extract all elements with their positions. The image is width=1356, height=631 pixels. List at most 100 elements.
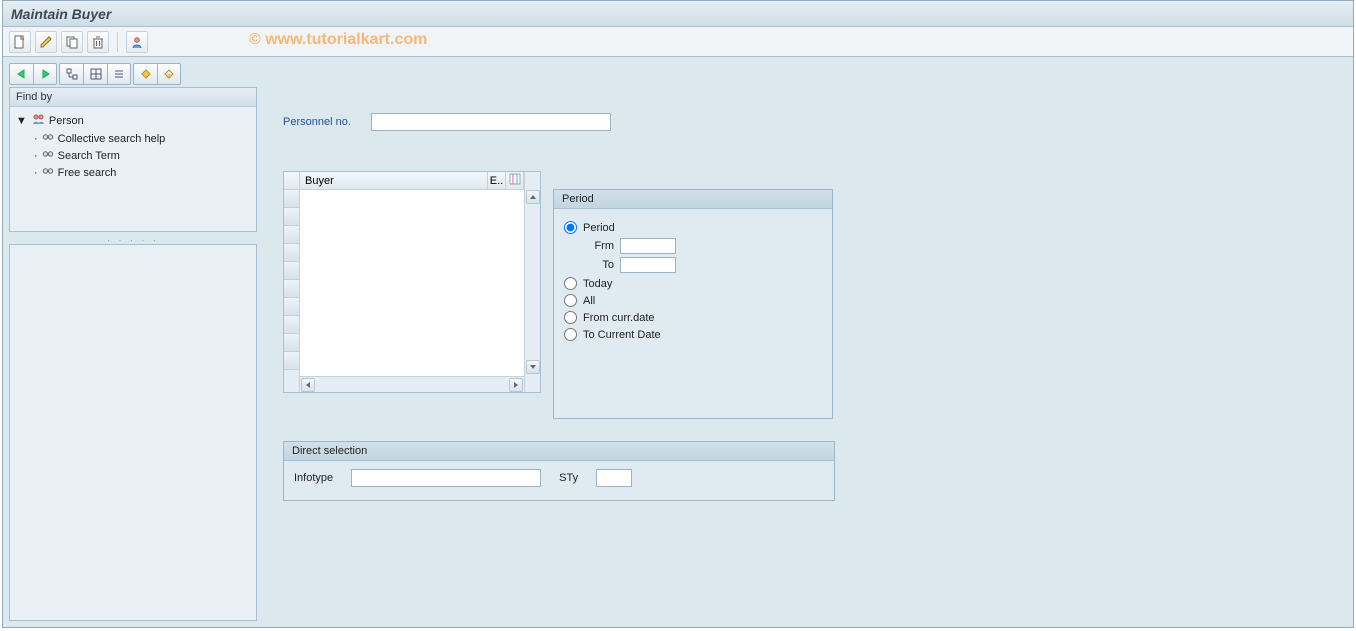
- vscroll-up-button[interactable]: [526, 190, 540, 204]
- radio-to-curr[interactable]: [564, 328, 577, 341]
- infotype-input[interactable]: [351, 469, 541, 487]
- personnel-row: Personnel no.: [283, 113, 1333, 131]
- row-header[interactable]: [284, 298, 299, 316]
- copy-button[interactable]: [61, 31, 83, 53]
- binoculars-icon: [42, 132, 54, 145]
- row-header[interactable]: [284, 244, 299, 262]
- tool-button-5[interactable]: [157, 63, 181, 85]
- overview-button[interactable]: [126, 31, 148, 53]
- tool-button-3[interactable]: [107, 63, 131, 85]
- period-to-input[interactable]: [620, 257, 676, 273]
- list-icon: [113, 68, 125, 80]
- hscroll-right-button[interactable]: [509, 378, 523, 392]
- radio-period-row: Period: [564, 221, 822, 234]
- page-title: Maintain Buyer: [11, 6, 111, 22]
- triangle-up-icon: [529, 188, 537, 206]
- tree-node-free-search[interactable]: · Free search: [12, 164, 254, 181]
- person-icon: [130, 35, 144, 49]
- sty-label: STy: [559, 472, 578, 484]
- row-header[interactable]: [284, 316, 299, 334]
- col-header-buyer[interactable]: Buyer: [300, 172, 488, 189]
- row-header[interactable]: [284, 226, 299, 244]
- buyer-rows[interactable]: [300, 190, 524, 376]
- radio-from-curr[interactable]: [564, 311, 577, 324]
- row-header[interactable]: [284, 280, 299, 298]
- tree-node-collective-search[interactable]: · Collective search help: [12, 130, 254, 147]
- row-header[interactable]: [284, 208, 299, 226]
- radio-from-curr-row: From curr.date: [564, 311, 822, 324]
- tool-button-4[interactable]: [133, 63, 157, 85]
- period-frm-input[interactable]: [620, 238, 676, 254]
- document-new-icon: [14, 35, 26, 49]
- direct-selection-body: Infotype STy: [284, 461, 834, 495]
- triangle-right-icon: [512, 376, 520, 394]
- tree-node-person[interactable]: ▼ Person: [12, 111, 254, 130]
- row-header[interactable]: [284, 190, 299, 208]
- radio-today-label: Today: [583, 278, 612, 290]
- binoculars-icon: [42, 166, 54, 179]
- tree-node-label: Free search: [58, 167, 117, 179]
- radio-today-row: Today: [564, 277, 822, 290]
- col-header-config[interactable]: [506, 172, 524, 189]
- col-header-e[interactable]: E..: [488, 172, 506, 189]
- tree-icon: [66, 68, 78, 80]
- find-by-header: Find by: [10, 88, 256, 107]
- row-header[interactable]: [284, 352, 299, 370]
- radio-to-curr-row: To Current Date: [564, 328, 822, 341]
- delete-button[interactable]: [87, 31, 109, 53]
- triangle-left-icon: [304, 376, 312, 394]
- tree-node-label: Collective search help: [58, 133, 166, 145]
- vscroll-down-button[interactable]: [526, 360, 540, 374]
- watermark-text: © www.tutorialkart.com: [249, 31, 427, 49]
- personnel-input[interactable]: [371, 113, 611, 131]
- binoculars-icon: [42, 149, 54, 162]
- copy-icon: [65, 35, 79, 49]
- bullet-icon: ·: [34, 167, 38, 179]
- nav-back-button[interactable]: [9, 63, 33, 85]
- row-header[interactable]: [284, 334, 299, 352]
- row-header[interactable]: [284, 262, 299, 280]
- personnel-label: Personnel no.: [283, 116, 351, 128]
- bullet-icon: ·: [34, 133, 38, 145]
- period-to-row: To: [586, 257, 822, 273]
- tree-expand-icon: ▼: [16, 115, 27, 127]
- radio-all-label: All: [583, 295, 595, 307]
- direct-selection-title: Direct selection: [284, 442, 834, 461]
- bullet-icon: ·: [34, 150, 38, 162]
- sidebar-tools: [9, 63, 257, 85]
- tree-node-label: Person: [49, 115, 84, 127]
- find-by-panel: Find by ▼ Person · Collective search hel…: [9, 87, 257, 232]
- period-panel: Period Period Frm To: [553, 189, 833, 419]
- pencil-icon: [39, 35, 53, 49]
- content-area: Find by ▼ Person · Collective search hel…: [3, 57, 1353, 627]
- sidebar-bottom-panel: [9, 244, 257, 621]
- toolbar-separator: [117, 32, 118, 52]
- splitter-handle[interactable]: · · · · ·: [9, 236, 257, 244]
- nav-forward-button[interactable]: [33, 63, 57, 85]
- diamond-down-icon: [163, 68, 175, 80]
- arrow-left-icon: [16, 69, 28, 79]
- columns-icon: [509, 173, 521, 188]
- main-panel: Personnel no.: [263, 57, 1353, 627]
- app-window: Maintain Buyer ©: [2, 0, 1354, 628]
- row-header-corner[interactable]: [284, 172, 299, 190]
- buyer-column-headers: Buyer E..: [300, 172, 524, 190]
- grid-icon: [90, 68, 102, 80]
- sty-input[interactable]: [596, 469, 632, 487]
- hscroll-track[interactable]: [316, 377, 508, 392]
- person-group-icon: [31, 113, 45, 128]
- radio-today[interactable]: [564, 277, 577, 290]
- radio-all[interactable]: [564, 294, 577, 307]
- titlebar: Maintain Buyer: [3, 1, 1353, 27]
- change-button[interactable]: [35, 31, 57, 53]
- create-button[interactable]: [9, 31, 31, 53]
- radio-period[interactable]: [564, 221, 577, 234]
- tool-button-1[interactable]: [59, 63, 83, 85]
- tool-button-2[interactable]: [83, 63, 107, 85]
- period-title: Period: [554, 190, 832, 209]
- direct-selection-panel: Direct selection Infotype STy: [283, 441, 835, 501]
- tree-node-search-term[interactable]: · Search Term: [12, 147, 254, 164]
- sidebar: Find by ▼ Person · Collective search hel…: [3, 57, 263, 627]
- infotype-label: Infotype: [294, 472, 333, 484]
- hscroll-left-button[interactable]: [301, 378, 315, 392]
